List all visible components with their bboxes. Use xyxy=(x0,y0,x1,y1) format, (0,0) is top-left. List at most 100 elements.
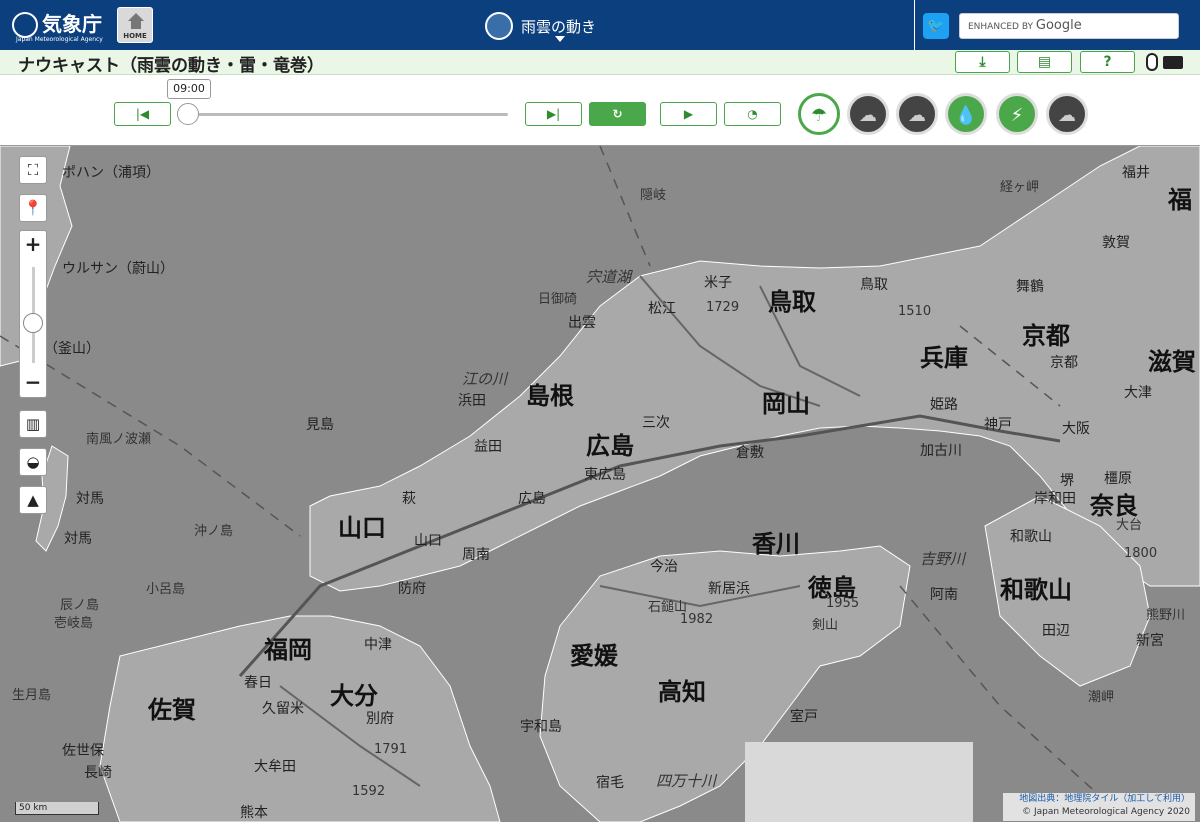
zoom-control: + − xyxy=(19,230,47,398)
attribution-copyright: © Japan Meteorological Agency 2020 xyxy=(1022,807,1190,817)
city-label: 敦賀 xyxy=(1102,235,1130,251)
city-label: 浜田 xyxy=(458,393,486,409)
elevation-label: 1592 xyxy=(352,784,386,799)
download-icon: ⤓ xyxy=(979,54,986,70)
city-label: 沖ノ島 xyxy=(194,524,234,539)
city-label: 対馬 xyxy=(64,531,92,547)
terrain-icon: ▲ xyxy=(27,491,39,509)
refresh-button[interactable]: ↻ xyxy=(589,102,646,126)
city-label: 姫路 xyxy=(930,397,958,413)
attribution-source-link[interactable]: 地図出典：地理院タイル（加工して利用） xyxy=(1003,793,1190,806)
city-label: 久留米 xyxy=(262,701,304,717)
city-label: 和歌山 xyxy=(1010,529,1052,545)
twitter-icon[interactable]: 🐦 xyxy=(923,13,949,39)
time-slider-thumb[interactable] xyxy=(177,103,199,125)
pref-label: 山口 xyxy=(338,514,386,542)
mouse-icon[interactable] xyxy=(1146,53,1158,71)
zoom-out-button[interactable]: − xyxy=(20,369,46,397)
skip-to-start-button[interactable]: |◀ xyxy=(114,102,171,126)
download-button[interactable]: ⤓ xyxy=(955,51,1010,73)
city-label: 江の川 xyxy=(462,370,508,388)
city-label: 大台 xyxy=(1116,518,1143,533)
skip-to-latest-icon: ▶| xyxy=(546,107,561,121)
city-label: 山口 xyxy=(414,533,442,549)
time-slider-track[interactable] xyxy=(188,113,508,116)
skip-to-start-icon: |◀ xyxy=(135,107,150,121)
precipitation-layer-button[interactable]: 💧 xyxy=(945,93,987,135)
search-input[interactable]: ENHANCED BY Google xyxy=(959,13,1179,39)
city-label: 萩 xyxy=(402,491,416,507)
top-header: 気象庁 Japan Meteorological Agency HOME 雨雲の… xyxy=(0,0,1200,50)
print-button[interactable]: ▤ xyxy=(1017,51,1072,73)
help-icon: ? xyxy=(1103,54,1112,70)
city-label: 岸和田 xyxy=(1034,491,1076,507)
pref-label: 福岡 xyxy=(264,636,312,664)
city-label: 生月島 xyxy=(12,688,52,703)
map-attribution: 地図出典：地理院タイル（加工して利用） © Japan Meteorologic… xyxy=(1003,793,1195,821)
thunder-layer-button[interactable]: ☁ xyxy=(847,93,889,135)
pref-label: 香川 xyxy=(752,530,800,558)
home-label: HOME xyxy=(123,32,147,40)
city-label: 舞鶴 xyxy=(1016,279,1044,295)
time-label: 09:00 xyxy=(167,79,211,99)
city-label: 新宮 xyxy=(1136,633,1164,649)
rain-layer-button[interactable]: ☂ xyxy=(798,93,840,135)
help-button[interactable]: ? xyxy=(1080,51,1135,73)
city-label: 松江 xyxy=(648,301,676,317)
city-label: 阿南 xyxy=(930,587,958,603)
city-label: 佐世保 xyxy=(62,743,104,759)
logo-text: 気象庁 xyxy=(42,12,102,36)
elevation-label: 1800 xyxy=(1124,546,1158,561)
city-label: 大阪 xyxy=(1062,421,1090,437)
city-label: 福井 xyxy=(1122,165,1150,181)
city-label: 益田 xyxy=(474,439,502,455)
zoom-in-button[interactable]: + xyxy=(20,231,46,259)
thunder-cloud-icon: ☁ xyxy=(859,105,877,126)
city-label: 熊野川 xyxy=(1146,608,1186,623)
city-label: 隠岐 xyxy=(640,188,667,203)
city-label: 経ヶ岬 xyxy=(1000,180,1040,195)
jma-logo[interactable]: 気象庁 Japan Meteorological Agency xyxy=(6,4,112,46)
water-layer-button[interactable]: ◒ xyxy=(19,448,47,476)
lightning-layer-button[interactable]: ⚡ xyxy=(996,93,1038,135)
speed-icon: ◔ xyxy=(747,107,758,121)
fullscreen-button[interactable]: ⛶ xyxy=(19,156,47,184)
location-pin-icon: 📍 xyxy=(23,199,43,217)
speed-button[interactable]: ◔ xyxy=(724,102,781,126)
skip-to-latest-button[interactable]: ▶| xyxy=(525,102,582,126)
city-label: 春日 xyxy=(244,675,272,691)
pref-label: 福 xyxy=(1168,186,1192,214)
elevation-label: 1955 xyxy=(826,596,860,611)
elevation-label: 1510 xyxy=(898,304,932,319)
wind-layer-button[interactable]: ☁ xyxy=(1046,93,1088,135)
pref-label: 佐賀 xyxy=(148,696,196,724)
map-canvas[interactable]: 鳥取 兵庫 京都 滋賀 島根 岡山 広島 山口 奈良 香川 徳島 和歌山 福岡 … xyxy=(0,146,1200,822)
elevation-label: 1982 xyxy=(680,612,714,627)
city-label: 壱岐島 xyxy=(54,616,94,631)
river-label: 四万十川 xyxy=(656,772,717,790)
city-label: 対馬 xyxy=(76,491,104,507)
city-label: 熊本 xyxy=(240,805,268,821)
city-label: 三次 xyxy=(642,415,670,431)
play-button[interactable]: ▶ xyxy=(660,102,717,126)
city-label: 京都 xyxy=(1050,355,1078,371)
page-title: ナウキャスト（雨雲の動き・雷・竜巻） xyxy=(18,56,324,76)
city-label: 米子 xyxy=(704,275,732,291)
keyboard-icon[interactable] xyxy=(1163,56,1183,69)
map-layer-button[interactable]: ▥ xyxy=(19,410,47,438)
play-icon: ▶ xyxy=(683,107,694,121)
home-button[interactable]: HOME xyxy=(117,7,153,43)
rain-cloud-icon: ☂ xyxy=(810,105,828,126)
home-icon-body xyxy=(131,21,141,29)
city-label: 長崎 xyxy=(84,765,112,781)
city-label: 大津 xyxy=(1124,385,1152,401)
zoom-out-icon: − xyxy=(24,370,42,394)
city-label: 加古川 xyxy=(920,443,962,459)
fullscreen-icon: ⛶ xyxy=(27,161,39,179)
zoom-slider-thumb[interactable] xyxy=(23,313,43,333)
elevation-label: 1791 xyxy=(374,742,408,757)
tornado-layer-button[interactable]: ☁ xyxy=(896,93,938,135)
city-label: 小呂島 xyxy=(146,582,186,597)
location-button[interactable]: 📍 xyxy=(19,194,47,222)
terrain-button[interactable]: ▲ xyxy=(19,486,47,514)
